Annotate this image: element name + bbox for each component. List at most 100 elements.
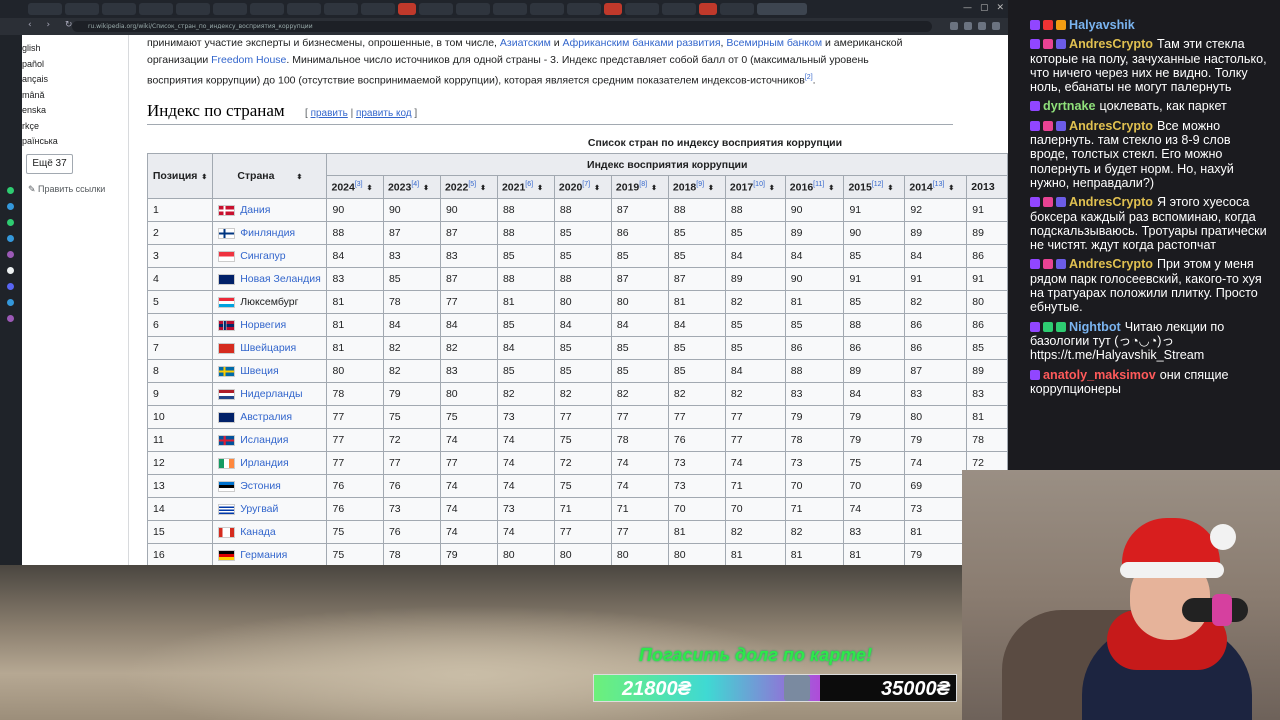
country-link[interactable]: Канада: [240, 526, 276, 538]
browser-tab[interactable]: [720, 3, 754, 15]
link-world-bank[interactable]: Всемирным банком: [726, 37, 822, 49]
flag-icon[interactable]: [218, 457, 236, 469]
browser-tab[interactable]: [398, 3, 416, 15]
extension-icon[interactable]: [978, 22, 986, 30]
sort-icon[interactable]: ⬍: [651, 185, 657, 192]
link-asian-bank[interactable]: Азиатским: [500, 37, 551, 49]
country-link[interactable]: Германия: [240, 549, 287, 561]
reference-link[interactable]: [5]: [468, 181, 476, 188]
link-african-bank[interactable]: Африканским банками развития: [563, 37, 721, 49]
browser-tab[interactable]: [250, 3, 284, 15]
flag-icon[interactable]: [218, 480, 236, 492]
language-link[interactable]: glish: [22, 41, 122, 57]
language-link[interactable]: ançais: [22, 72, 122, 88]
app-icon[interactable]: [7, 219, 14, 226]
year-header[interactable]: 2014[13]⬍: [904, 175, 968, 199]
language-link[interactable]: pañol: [22, 57, 122, 73]
year-header[interactable]: 2022[5] ⬍: [439, 175, 498, 199]
browser-tab[interactable]: [361, 3, 395, 15]
language-link[interactable]: rkçe: [22, 119, 122, 135]
language-link[interactable]: раїнська: [22, 134, 122, 150]
app-icon[interactable]: [7, 267, 14, 274]
reference-link[interactable]: [12]: [872, 181, 884, 188]
country-link[interactable]: Нидерланды: [240, 388, 302, 400]
close-icon[interactable]: ✕: [996, 3, 1004, 13]
edit-section-link[interactable]: править: [311, 108, 348, 119]
chat-username[interactable]: AndresCrypto: [1069, 257, 1153, 271]
chat-username[interactable]: AndresCrypto: [1069, 37, 1153, 51]
edit-links-link[interactable]: ✎ Править ссылки: [28, 184, 105, 195]
app-icon[interactable]: [7, 251, 14, 258]
browser-tab-active[interactable]: [757, 3, 807, 15]
year-header[interactable]: 2021[6] ⬍: [496, 175, 555, 199]
flag-icon[interactable]: [218, 250, 236, 262]
sort-icon[interactable]: ⬍: [708, 185, 714, 192]
country-link[interactable]: Эстония: [240, 480, 281, 492]
year-header[interactable]: 2015[12] ⬍: [843, 175, 906, 199]
flag-icon[interactable]: [218, 388, 236, 400]
nav-buttons[interactable]: ‹ › ↻: [28, 20, 78, 30]
menu-icon[interactable]: [992, 22, 1000, 30]
browser-tab[interactable]: [139, 3, 173, 15]
reference-link[interactable]: [7]: [582, 181, 590, 188]
col-position-header[interactable]: Позиция ⬍: [146, 153, 214, 199]
country-link[interactable]: Швеция: [240, 365, 279, 377]
reference-link[interactable]: [4]: [411, 181, 419, 188]
country-link[interactable]: Уругвай: [240, 503, 278, 515]
flag-icon[interactable]: [218, 273, 236, 285]
maximize-icon[interactable]: ▢: [980, 3, 989, 13]
flag-icon[interactable]: [218, 503, 236, 515]
app-icon[interactable]: [7, 283, 14, 290]
sort-icon[interactable]: ⬍: [480, 185, 486, 192]
country-link[interactable]: Исландия: [240, 434, 288, 446]
country-link[interactable]: Австралия: [240, 411, 292, 423]
browser-tab[interactable]: [65, 3, 99, 15]
app-icon[interactable]: [7, 235, 14, 242]
browser-tab[interactable]: [102, 3, 136, 15]
browser-tab[interactable]: [662, 3, 696, 15]
reference-link[interactable]: [6]: [525, 181, 533, 188]
more-languages-button[interactable]: Ещё 37: [26, 154, 73, 174]
country-link[interactable]: Новая Зеландия: [240, 273, 321, 285]
country-link[interactable]: Швейцария: [240, 342, 296, 354]
sort-icon[interactable]: ⬍: [594, 185, 600, 192]
language-link[interactable]: enska: [22, 103, 122, 119]
sort-icon[interactable]: ⬍: [367, 185, 373, 192]
chat-username[interactable]: Halyavshik: [1069, 18, 1135, 32]
sort-icon[interactable]: ⬍: [828, 185, 834, 192]
sort-icon[interactable]: ⬍: [769, 185, 775, 192]
extension-icon[interactable]: [964, 22, 972, 30]
sort-icon[interactable]: ⬍: [296, 174, 302, 181]
language-link[interactable]: mână: [22, 88, 122, 104]
country-link[interactable]: Норвегия: [240, 319, 286, 331]
flag-icon[interactable]: [218, 204, 236, 216]
extension-icon[interactable]: [950, 22, 958, 30]
browser-tab[interactable]: [324, 3, 358, 15]
minimize-icon[interactable]: —: [963, 3, 972, 13]
app-icon[interactable]: [7, 299, 14, 306]
reference-link[interactable]: [9]: [696, 181, 704, 188]
country-link[interactable]: Дания: [240, 204, 270, 216]
reference-link[interactable]: [13]: [933, 181, 945, 188]
country-link[interactable]: Финляндия: [240, 227, 295, 239]
sort-icon[interactable]: ⬍: [201, 174, 207, 181]
country-link[interactable]: Люксембург: [240, 296, 298, 308]
flag-icon[interactable]: [218, 319, 236, 331]
chat-username[interactable]: AndresCrypto: [1069, 119, 1153, 133]
browser-tab[interactable]: [567, 3, 601, 15]
browser-tab[interactable]: [28, 3, 62, 15]
flag-icon[interactable]: [218, 365, 236, 377]
country-link[interactable]: Ирландия: [240, 457, 288, 469]
flag-icon[interactable]: [218, 434, 236, 446]
country-link[interactable]: Сингапур: [240, 250, 285, 262]
flag-icon[interactable]: [218, 411, 236, 423]
browser-tab[interactable]: [213, 3, 247, 15]
app-icon[interactable]: [7, 187, 14, 194]
reference-link[interactable]: [8]: [639, 181, 647, 188]
browser-tab[interactable]: [456, 3, 490, 15]
browser-tab[interactable]: [625, 3, 659, 15]
reference-link[interactable]: [10]: [753, 181, 765, 188]
flag-icon[interactable]: [218, 296, 236, 308]
year-header[interactable]: 2018[9] ⬍: [667, 175, 726, 199]
chat-username[interactable]: anatoly_maksimov: [1043, 368, 1156, 382]
